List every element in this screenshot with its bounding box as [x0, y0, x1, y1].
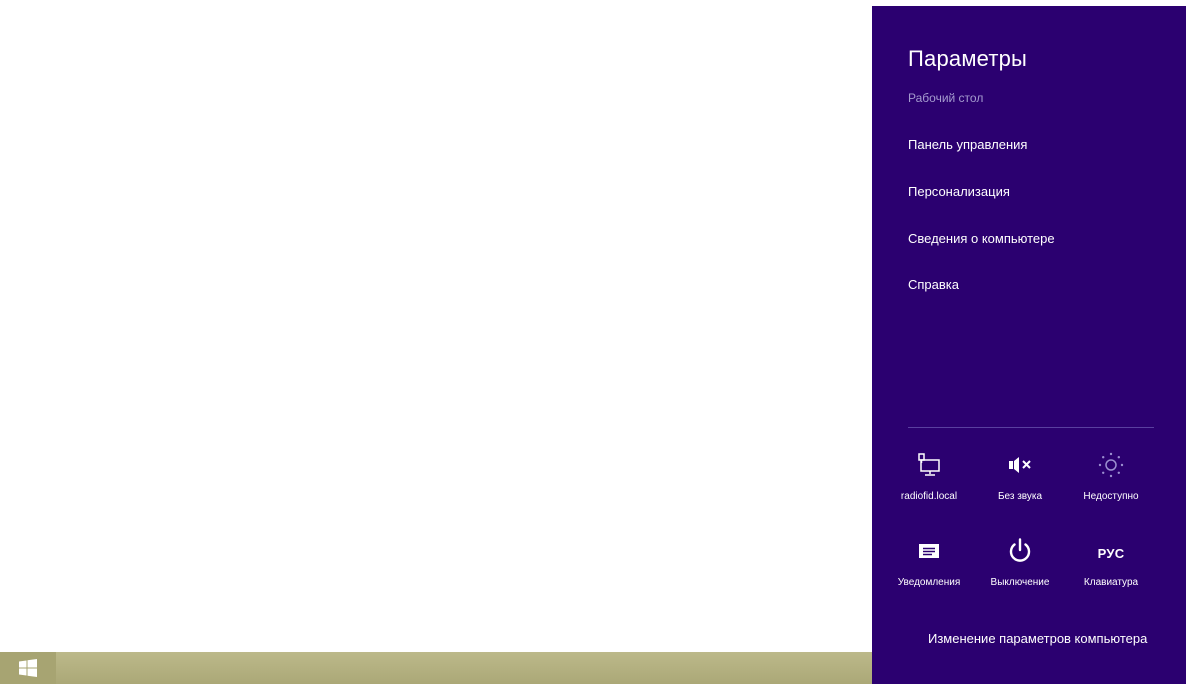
brightness-icon	[1097, 451, 1125, 484]
tile-power-label: Выключение	[990, 577, 1050, 588]
menu-item-pc-info[interactable]: Сведения о компьютере	[908, 231, 1055, 246]
divider	[908, 427, 1154, 428]
tile-keyboard[interactable]: РУС Клавиатура	[1065, 538, 1157, 589]
tile-volume[interactable]: Без звука	[974, 452, 1066, 502]
tile-keyboard-label: Клавиатура	[1083, 577, 1139, 588]
tile-brightness[interactable]: Недоступно	[1065, 452, 1157, 502]
tile-power[interactable]: Выключение	[974, 537, 1066, 588]
tile-volume-label: Без звука	[997, 491, 1043, 502]
tile-notifications[interactable]: Уведомления	[883, 538, 975, 588]
notifications-icon	[918, 542, 940, 565]
start-button[interactable]	[0, 652, 56, 684]
tile-brightness-label: Недоступно	[1083, 491, 1139, 502]
settings-charm-panel: Параметры Рабочий стол Панель управления…	[872, 6, 1186, 684]
taskbar	[0, 652, 872, 684]
power-icon	[1006, 537, 1034, 570]
tile-network-label: radiofid.local	[900, 491, 958, 502]
change-pc-settings-link[interactable]: Изменение параметров компьютера	[928, 631, 1147, 646]
menu-item-help[interactable]: Справка	[908, 277, 959, 292]
volume-muted-icon	[1007, 455, 1033, 480]
menu-item-personalization[interactable]: Персонализация	[908, 184, 1010, 199]
charm-subtitle: Рабочий стол	[908, 91, 984, 105]
charm-title: Параметры	[908, 46, 1028, 71]
keyboard-icon: РУС	[1097, 545, 1125, 561]
menu-item-control-panel[interactable]: Панель управления	[908, 137, 1027, 152]
windows-logo-icon	[18, 658, 38, 678]
tile-network[interactable]: radiofid.local	[883, 452, 975, 502]
tile-notifications-label: Уведомления	[897, 577, 961, 588]
network-icon	[916, 452, 942, 482]
